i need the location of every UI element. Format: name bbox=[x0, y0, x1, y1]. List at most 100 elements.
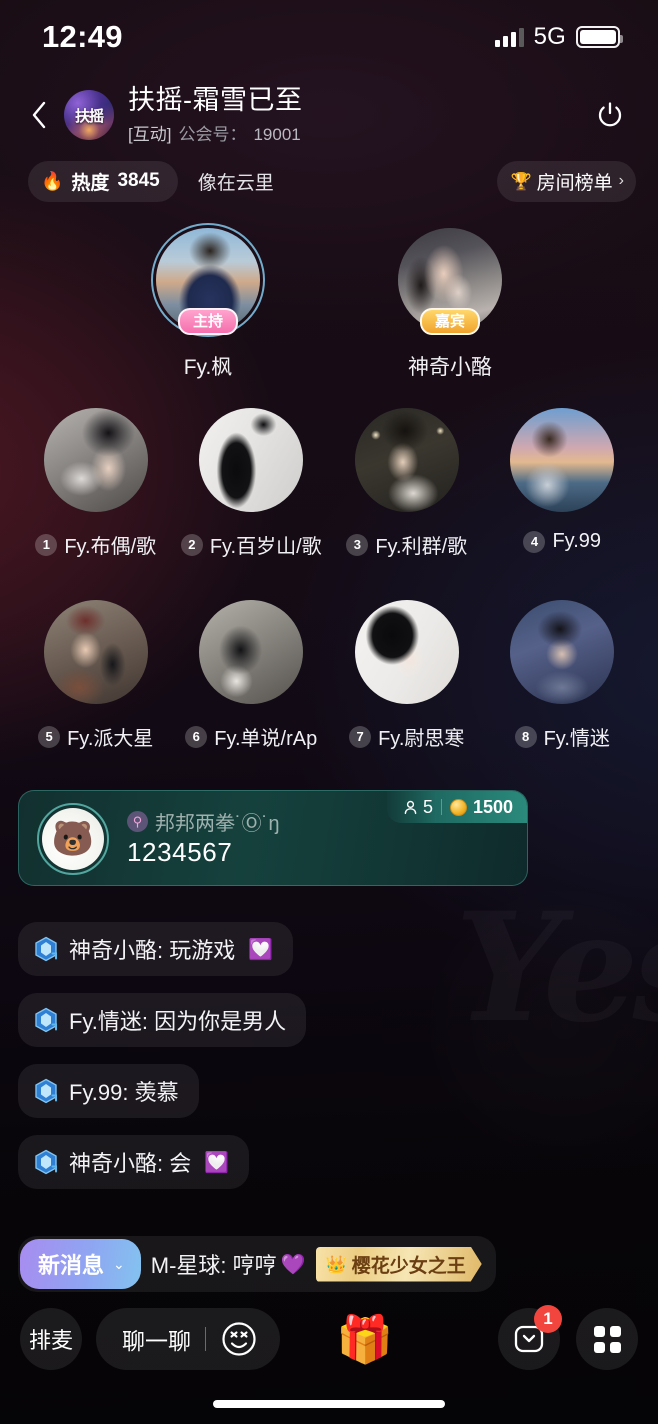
avatar-photo-subject bbox=[199, 408, 304, 512]
mic-queue-button[interactable]: 排麦 bbox=[20, 1308, 82, 1370]
divider bbox=[440, 799, 442, 815]
guild-number: 19001 bbox=[253, 124, 301, 144]
crown-title-text: 樱花少女之王 bbox=[351, 1255, 466, 1277]
people-count: 5 bbox=[403, 797, 433, 818]
status-indicators: 5G bbox=[494, 23, 623, 51]
mic-seat[interactable]: 3 Fy.利群/歌 bbox=[329, 408, 485, 568]
new-message-label: 新消息 bbox=[38, 1253, 105, 1278]
chat-row[interactable]: 神奇小酪: 会 💟 bbox=[18, 1135, 518, 1189]
chat-row[interactable]: Fy.99: 羡慕 bbox=[18, 1064, 518, 1118]
role-badge: 嘉宾 bbox=[419, 307, 481, 335]
new-message-bar[interactable]: 新消息 ⌄ M-星球: 哼哼 💜 👑 樱花少女之王 bbox=[18, 1236, 496, 1292]
gift-stats: 5 1500 bbox=[386, 791, 527, 823]
crown-icon: 👑 bbox=[325, 1254, 347, 1274]
avatar-photo-subject bbox=[354, 408, 459, 512]
seat-number: 2 bbox=[180, 533, 203, 556]
host-seat[interactable]: 主持 Fy.枫 bbox=[132, 223, 284, 379]
host-avatar-wrap[interactable]: 嘉宾 bbox=[398, 228, 502, 335]
avatar[interactable] bbox=[43, 408, 148, 512]
divider bbox=[205, 1327, 206, 1351]
chat-text: Fy.99: 羡慕 bbox=[69, 1080, 179, 1105]
chat-text: 神奇小酪: 玩游戏 bbox=[69, 938, 236, 963]
chat-message-list[interactable]: 神奇小酪: 玩游戏 💟 Fy.情迷: 因为你是男人 Fy.99: 羡慕 神奇小酪… bbox=[18, 922, 518, 1206]
trophy-icon: 🏆 bbox=[510, 171, 532, 191]
home-indicator[interactable] bbox=[213, 1400, 445, 1408]
gift-message: 1234567 bbox=[127, 837, 233, 867]
heart-emoji-icon: 💟 bbox=[248, 938, 274, 961]
mic-seat[interactable]: 4 Fy.99 bbox=[485, 408, 641, 568]
avatar[interactable] bbox=[354, 600, 459, 704]
seat-name: Fy.派大星 bbox=[67, 728, 154, 750]
mic-seat-label: 2 Fy.百岁山/歌 bbox=[180, 530, 322, 559]
room-avatar[interactable]: 扶摇 bbox=[64, 90, 114, 140]
seat-name: Fy.尉思寒 bbox=[378, 728, 465, 750]
mic-seat[interactable]: 7 Fy.尉思寒 bbox=[329, 600, 485, 760]
mic-seat[interactable]: 2 Fy.百岁山/歌 bbox=[174, 408, 330, 568]
gift-entrance-card[interactable]: 🐻 ⚲ 邦邦两拳˙Ⓞ˙ŋ 1234567 5 1500 bbox=[18, 790, 528, 886]
seat-number: 3 bbox=[346, 533, 369, 556]
power-icon[interactable] bbox=[588, 93, 632, 137]
seat-name: Fy.布偶/歌 bbox=[64, 536, 157, 558]
chat-input[interactable]: 聊一聊 bbox=[96, 1308, 280, 1370]
role-badge: 主持 bbox=[177, 307, 239, 335]
seat-number: 7 bbox=[349, 725, 372, 748]
mic-seat[interactable]: 1 Fy.布偶/歌 bbox=[18, 408, 174, 568]
chat-bubble[interactable]: 神奇小酪: 会 💟 bbox=[18, 1135, 250, 1189]
seat-number: 1 bbox=[35, 533, 58, 556]
avatar-photo-subject bbox=[43, 600, 148, 704]
gift-avatar-wrap[interactable]: 🐻 bbox=[37, 803, 109, 875]
mic-seat-label: 1 Fy.布偶/歌 bbox=[35, 530, 156, 559]
gift-avatar: 🐻 bbox=[42, 808, 104, 870]
chat-row[interactable]: Fy.情迷: 因为你是男人 bbox=[18, 993, 518, 1047]
signal-bars-icon bbox=[494, 27, 524, 47]
mic-seat-label: 3 Fy.利群/歌 bbox=[346, 530, 467, 559]
gift-button[interactable]: 🎁 bbox=[332, 1306, 398, 1372]
heat-chip[interactable]: 🔥 热度 3845 bbox=[28, 160, 178, 202]
room-ranking-button[interactable]: 🏆 房间榜单 › bbox=[497, 160, 636, 202]
host-name: 神奇小酪 bbox=[408, 356, 492, 379]
host-seats-row: 主持 Fy.枫 嘉宾 神奇小酪 bbox=[0, 223, 658, 379]
new-message-text: M-星球: 哼哼 bbox=[150, 1253, 277, 1278]
gift-user-row: ⚲ 邦邦两拳˙Ⓞ˙ŋ bbox=[127, 807, 279, 836]
gender-icon: ⚲ bbox=[127, 811, 148, 832]
chat-bubble[interactable]: Fy.99: 羡慕 bbox=[18, 1064, 199, 1118]
status-clock: 12:49 bbox=[42, 19, 123, 54]
chat-bubble[interactable]: 神奇小酪: 玩游戏 💟 bbox=[18, 922, 294, 976]
host-avatar-wrap[interactable]: 主持 bbox=[151, 223, 265, 337]
new-message-button[interactable]: 新消息 ⌄ bbox=[20, 1239, 141, 1289]
grid-apps-icon bbox=[593, 1325, 621, 1353]
avatar-photo-subject bbox=[510, 600, 615, 704]
heart-emoji-icon: 💟 bbox=[204, 1151, 230, 1174]
chat-row[interactable]: 神奇小酪: 玩游戏 💟 bbox=[18, 922, 518, 976]
avatar[interactable] bbox=[510, 600, 615, 704]
avatar[interactable] bbox=[199, 408, 304, 512]
mic-seat-label: 8 Fy.情迷 bbox=[514, 722, 610, 751]
room-ranking-label: 房间榜单 bbox=[536, 172, 613, 194]
room-title: 扶摇-霜雪已至 bbox=[128, 85, 303, 116]
seat-name: Fy.利群/歌 bbox=[375, 536, 468, 558]
mic-seat[interactable]: 5 Fy.派大星 bbox=[18, 600, 174, 760]
avatar-photo-subject bbox=[43, 408, 148, 512]
apps-button[interactable] bbox=[576, 1308, 638, 1370]
avatar[interactable] bbox=[354, 408, 459, 512]
mic-seat-label: 7 Fy.尉思寒 bbox=[349, 722, 464, 751]
host-seat[interactable]: 嘉宾 神奇小酪 bbox=[374, 228, 526, 379]
avatar[interactable] bbox=[510, 408, 615, 512]
chat-bubble[interactable]: Fy.情迷: 因为你是男人 bbox=[18, 993, 307, 1047]
smiley-icon[interactable] bbox=[220, 1320, 258, 1358]
avatar[interactable] bbox=[199, 600, 304, 704]
heat-value: 3845 bbox=[117, 170, 160, 191]
avatar[interactable] bbox=[43, 600, 148, 704]
network-type-label: 5G bbox=[533, 23, 566, 50]
bear-icon: 🐻 bbox=[51, 820, 95, 858]
mic-seats-row-1: 1 Fy.布偶/歌 2 Fy.百岁山/歌 3 Fy.利群/歌 4 Fy.99 bbox=[0, 408, 658, 568]
mic-seat[interactable]: 6 Fy.单说/rAp bbox=[174, 600, 330, 760]
coin-count-value: 1500 bbox=[472, 796, 513, 817]
seat-name: Fy.百岁山/歌 bbox=[209, 536, 322, 558]
room-slogan: 像在云里 bbox=[197, 172, 274, 194]
mic-seat[interactable]: 8 Fy.情迷 bbox=[485, 600, 641, 760]
mic-seat-label: 4 Fy.99 bbox=[523, 530, 601, 553]
chevron-left-icon[interactable] bbox=[22, 92, 56, 138]
message-button[interactable]: 1 bbox=[498, 1305, 562, 1370]
avatar-photo-subject bbox=[199, 600, 304, 704]
